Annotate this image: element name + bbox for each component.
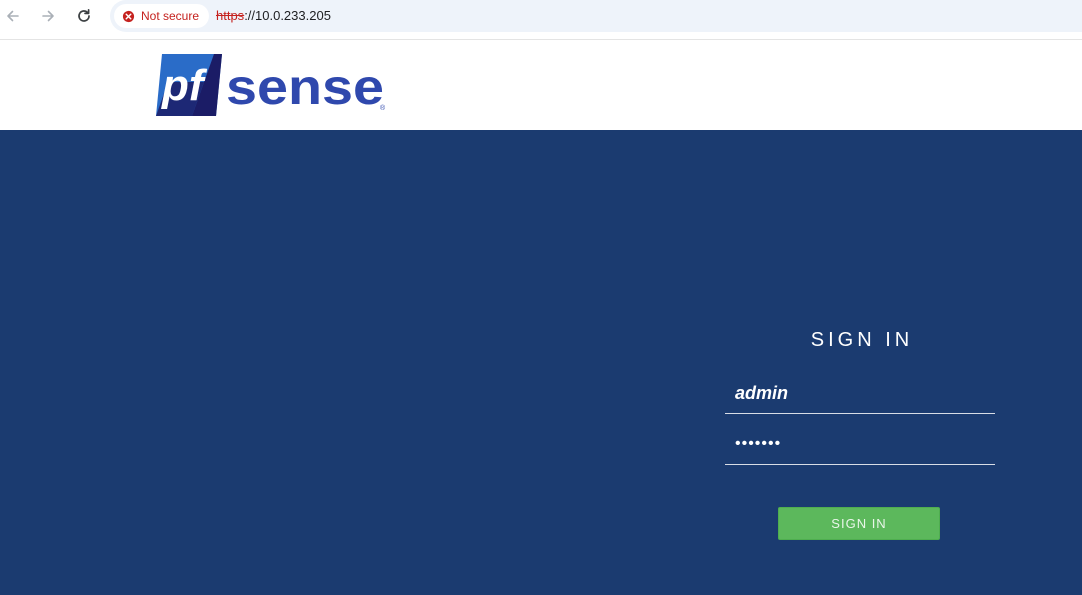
- back-button[interactable]: [1, 4, 25, 28]
- url-host: ://10.0.233.205: [244, 8, 331, 23]
- pfsense-logo[interactable]: pf sense ®: [156, 52, 396, 118]
- url-text[interactable]: https://10.0.233.205: [216, 8, 331, 23]
- logo-pf-text: pf: [161, 61, 208, 110]
- username-field-wrapper: [725, 373, 995, 414]
- username-input[interactable]: [725, 373, 995, 413]
- signin-heading: SIGN IN: [810, 329, 914, 351]
- not-secure-label: Not secure: [141, 9, 200, 23]
- sign-in-button[interactable]: SIGN IN: [778, 507, 940, 540]
- page-header: pf sense ®: [0, 40, 1082, 130]
- address-bar[interactable]: Not secure https://10.0.233.205: [110, 0, 1082, 32]
- url-scheme: https: [216, 8, 245, 23]
- logo-sense-text: sense: [226, 59, 384, 115]
- reload-button[interactable]: [72, 4, 96, 28]
- browser-toolbar: Not secure https://10.0.233.205: [0, 0, 1082, 40]
- arrow-left-icon: [7, 10, 19, 22]
- login-background: SIGN IN SIGN IN: [0, 130, 1082, 595]
- reload-icon: [78, 8, 90, 22]
- not-secure-icon: [122, 10, 135, 22]
- password-input[interactable]: [725, 424, 995, 464]
- logo-registered-mark: ®: [380, 104, 386, 112]
- login-form: SIGN IN SIGN IN: [725, 327, 995, 540]
- forward-button[interactable]: [36, 4, 60, 28]
- password-field-wrapper: [725, 424, 995, 465]
- site-security-chip[interactable]: Not secure: [114, 4, 210, 28]
- arrow-right-icon: [42, 10, 54, 22]
